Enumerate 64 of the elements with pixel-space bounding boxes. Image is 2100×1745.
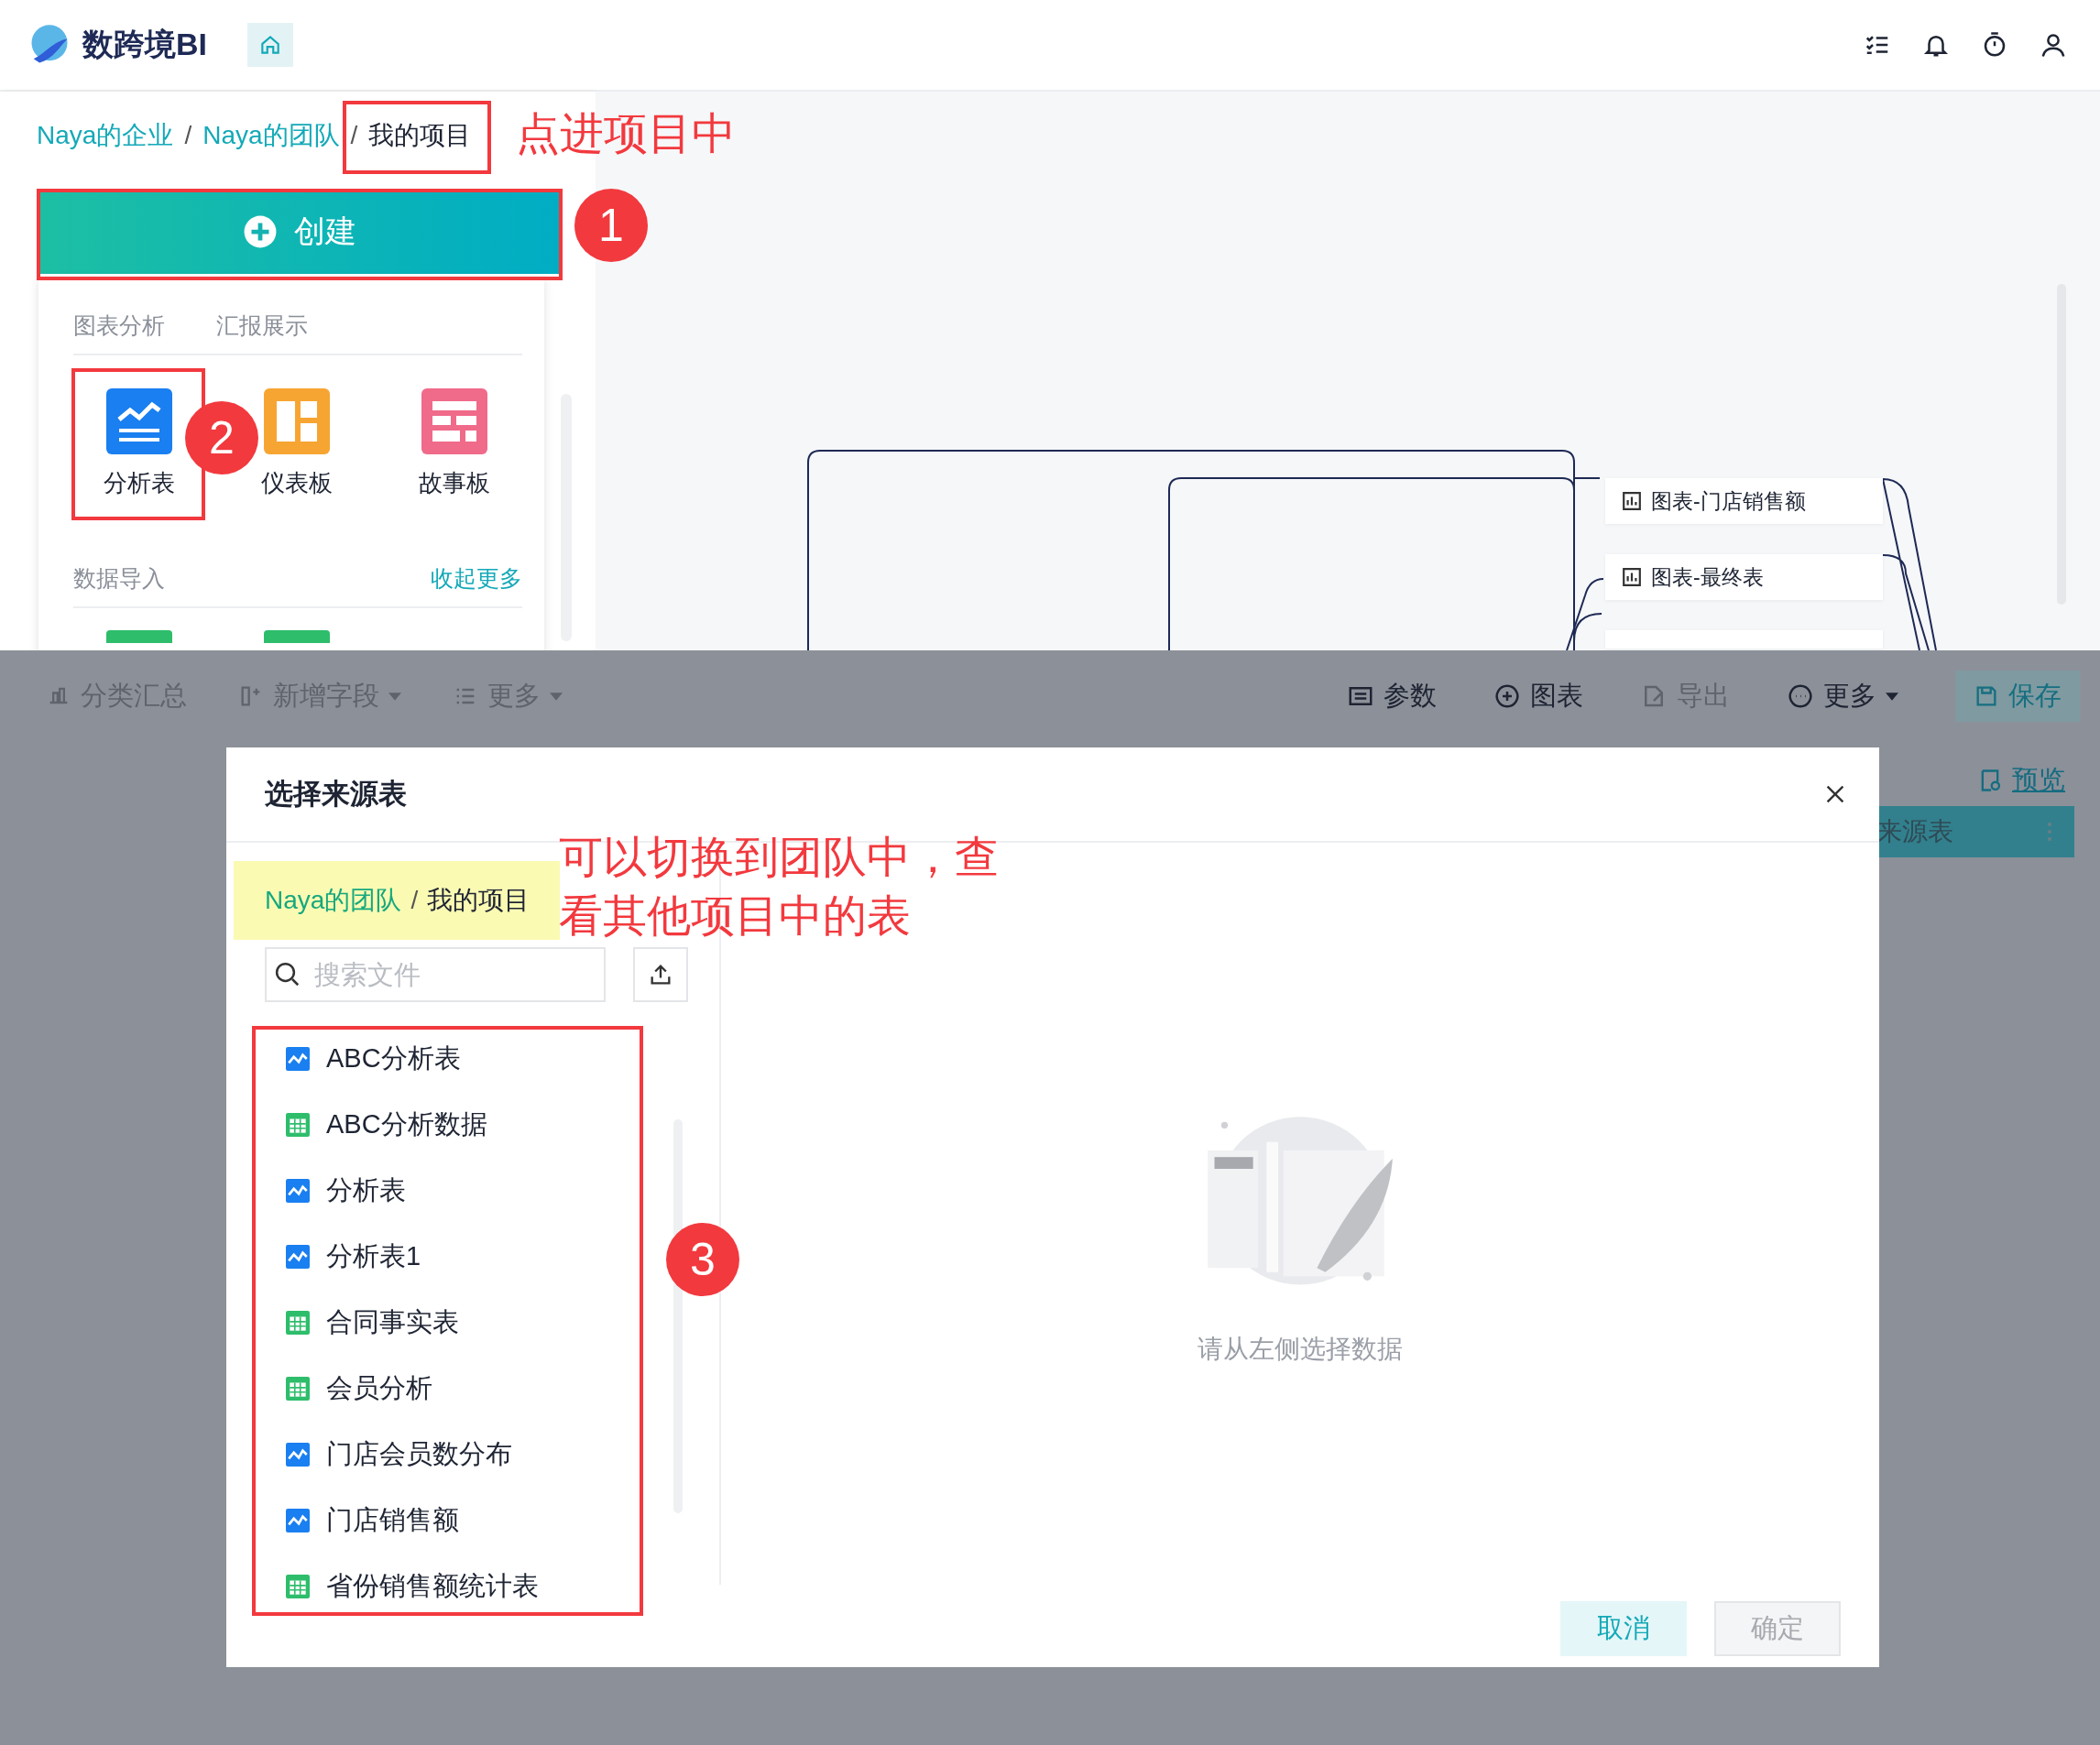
- bar-chart-icon: [1622, 491, 1642, 511]
- flow-node[interactable]: 图表-最终表: [1605, 554, 1883, 600]
- flow-node[interactable]: 图表-门店销售额: [1605, 478, 1883, 524]
- toolbar-button[interactable]: 更多: [1787, 678, 1898, 714]
- dialog-button[interactable]: 取消: [1560, 1601, 1687, 1656]
- create-option[interactable]: 故事板: [418, 388, 491, 499]
- bar-chart-icon: [1622, 567, 1642, 587]
- file-item[interactable]: 门店销售额: [286, 1488, 459, 1554]
- toolbar-button[interactable]: 图表: [1493, 678, 1583, 714]
- collapse-link[interactable]: 收起更多: [431, 563, 522, 594]
- file-item[interactable]: 分析表1: [286, 1224, 421, 1290]
- breadcrumb-separator: /: [184, 120, 192, 150]
- annotation-note: 可以切换到团队中，查看其他项目中的表: [559, 832, 1000, 942]
- breadcrumb-separator: /: [350, 120, 358, 150]
- toolbar-button[interactable]: 参数: [1347, 678, 1437, 714]
- line-chart-icon: [286, 1245, 310, 1269]
- line-chart-icon: [286, 1443, 310, 1467]
- dashboard-grid-icon: [264, 388, 330, 454]
- dialog-title: 选择来源表: [265, 777, 407, 812]
- more-vertical-icon: [2047, 821, 2052, 843]
- file-item[interactable]: 门店会员数分布: [286, 1422, 512, 1488]
- create-button[interactable]: 创建: [38, 190, 561, 274]
- home-button[interactable]: [247, 23, 293, 67]
- empty-state-text: 请从左侧选择数据: [1198, 1334, 1403, 1365]
- breadcrumb-separator: /: [410, 886, 419, 915]
- toolbar-icon: [1493, 682, 1521, 710]
- breadcrumb-link[interactable]: 我的项目: [368, 117, 472, 153]
- plus-circle-icon: [243, 214, 278, 249]
- create-option[interactable]: 分析表: [103, 388, 176, 499]
- line-chart-icon: [286, 1179, 310, 1203]
- table-icon: [286, 1311, 310, 1335]
- line-chart-icon: [286, 1509, 310, 1532]
- search-icon: [274, 961, 301, 988]
- breadcrumb-link[interactable]: Naya的团队: [202, 117, 340, 153]
- file-item[interactable]: 分析表: [286, 1158, 406, 1224]
- home-icon: [258, 33, 282, 57]
- caret-icon: [388, 692, 401, 701]
- section-title: 数据导入: [73, 564, 165, 593]
- table-icon: [286, 1575, 310, 1598]
- toolbar-icon: [1787, 682, 1814, 710]
- caret-icon: [1886, 692, 1898, 701]
- line-chart-icon: [286, 1047, 310, 1071]
- table-icon: [286, 1377, 310, 1401]
- file-item[interactable]: 省份销售额统计表: [286, 1554, 539, 1620]
- storyboard-grid-icon: [421, 388, 487, 454]
- user-icon[interactable]: [2040, 31, 2067, 59]
- file-item[interactable]: 合同事实表: [286, 1290, 459, 1356]
- menu-tab[interactable]: 汇报展示: [216, 311, 308, 341]
- breadcrumb-link[interactable]: 我的项目: [427, 883, 530, 918]
- file-item[interactable]: ABC分析表: [286, 1026, 461, 1092]
- breadcrumb-link[interactable]: Naya的团队: [265, 883, 402, 918]
- analysis-chart-icon: [106, 388, 172, 454]
- breadcrumb-link[interactable]: Naya的企业: [37, 117, 174, 153]
- search-field[interactable]: 搜索文件: [265, 947, 606, 1002]
- annotation-note: 点进项目中: [516, 108, 736, 159]
- caret-icon: [550, 692, 563, 701]
- file-item[interactable]: 会员分析: [286, 1356, 432, 1422]
- menu-tab[interactable]: 图表分析: [73, 311, 165, 341]
- file-item[interactable]: ABC分析数据: [286, 1092, 487, 1158]
- upload-button[interactable]: [633, 947, 688, 1002]
- logo-text: 数跨境BI: [82, 26, 207, 63]
- close-icon[interactable]: [1824, 783, 1846, 805]
- table-icon: [286, 1113, 310, 1137]
- create-option[interactable]: 仪表板: [260, 388, 334, 499]
